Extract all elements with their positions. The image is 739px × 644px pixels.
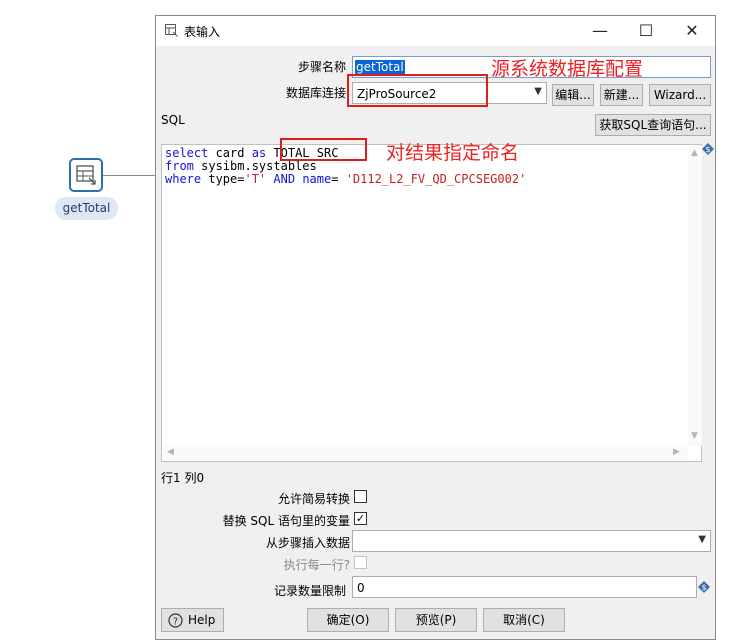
hop-line: [103, 175, 157, 176]
step-label[interactable]: getTotal: [55, 197, 118, 220]
result-name-highlight-box: [280, 138, 367, 161]
scroll-right-icon[interactable]: ▶: [673, 447, 680, 457]
help-button-label: Help: [188, 613, 216, 627]
chevron-down-icon: ▼: [534, 86, 542, 97]
execute-each-row-checkbox[interactable]: [354, 556, 367, 569]
lazy-conversion-checkbox[interactable]: [354, 490, 367, 503]
limit-input[interactable]: 0: [352, 576, 697, 598]
cancel-button[interactable]: 取消(C): [483, 608, 565, 632]
step-node-gettotal[interactable]: [69, 158, 103, 192]
sql-editor[interactable]: select card as TOTAL_SRC from sysibm.sys…: [161, 144, 702, 462]
svg-text:$: $: [705, 145, 710, 154]
chevron-down-icon: ▼: [698, 534, 706, 545]
sql-label: SQL: [161, 113, 185, 127]
db-config-annotation: 源系统数据库配置: [491, 58, 644, 80]
close-button[interactable]: ✕: [669, 16, 715, 46]
svg-text:?: ?: [173, 617, 178, 628]
wizard-button[interactable]: Wizard...: [649, 84, 711, 106]
vertical-scrollbar[interactable]: ▲ ▼: [688, 146, 702, 446]
scroll-left-icon[interactable]: ◀: [167, 447, 174, 457]
dialog-title: 表输入: [184, 25, 221, 39]
limit-value: 0: [357, 581, 365, 595]
title-bar: 表输入 — ☐ ✕: [156, 16, 715, 46]
table-input-icon: [76, 165, 96, 185]
insert-from-step-label: 从步骤插入数据: [265, 536, 350, 550]
get-sql-button[interactable]: 获取SQL查询语句...: [595, 114, 711, 136]
replace-vars-label: 替换 SQL 语句里的变量: [222, 514, 350, 528]
limit-label: 记录数量限制: [273, 584, 346, 598]
minimize-button[interactable]: —: [577, 16, 623, 46]
execute-each-row-label: 执行每一行?: [283, 558, 350, 572]
new-button[interactable]: 新建...: [600, 84, 643, 106]
edit-button[interactable]: 编辑...: [552, 84, 594, 106]
scroll-down-icon[interactable]: ▼: [691, 431, 698, 441]
replace-vars-checkbox[interactable]: ✓: [354, 512, 367, 525]
ok-button[interactable]: 确定(O): [307, 608, 389, 632]
scroll-up-icon[interactable]: ▲: [691, 148, 698, 158]
maximize-button[interactable]: ☐: [623, 16, 669, 46]
step-name-value: getTotal: [355, 60, 405, 74]
variable-icon: $: [698, 581, 710, 593]
table-input-icon: [165, 24, 178, 37]
help-button[interactable]: ? Help: [161, 608, 224, 632]
preview-button[interactable]: 预览(P): [395, 608, 477, 632]
lazy-conversion-label: 允许简易转换: [277, 492, 350, 506]
sql-line-3: where type='T' AND name= 'D112_L2_FV_QD_…: [165, 172, 527, 186]
help-icon: ?: [168, 613, 183, 628]
insert-from-step-select[interactable]: ▼: [352, 530, 711, 552]
cursor-position: 行1 列0: [161, 471, 205, 485]
step-name-label: 步骤名称: [297, 60, 346, 74]
svg-text:$: $: [701, 583, 706, 592]
horizontal-scrollbar[interactable]: ◀ ▶: [163, 445, 688, 461]
variable-icon: $: [702, 143, 714, 155]
checkmark-icon: ✓: [355, 512, 366, 525]
db-config-highlight-box: [347, 74, 488, 107]
table-input-dialog: 表输入 — ☐ ✕ 步骤名称 getTotal 数据库连接 ZjProSourc…: [155, 15, 716, 640]
result-name-annotation: 对结果指定命名: [386, 142, 520, 164]
db-conn-label: 数据库连接: [285, 86, 346, 100]
